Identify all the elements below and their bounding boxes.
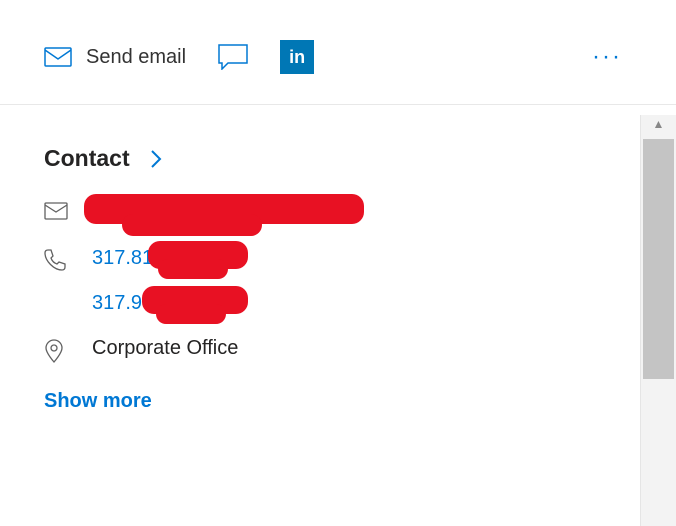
redaction-mark	[156, 304, 226, 324]
send-email-button[interactable]: Send email	[44, 46, 186, 69]
contact-header[interactable]: Contact	[44, 145, 632, 172]
phone-link-1[interactable]: 317.81	[92, 247, 153, 270]
chat-icon	[218, 44, 248, 70]
phone-link-2[interactable]: 317.9	[92, 292, 153, 315]
linkedin-icon: in	[289, 47, 305, 68]
scrollbar-thumb[interactable]	[643, 139, 674, 379]
mail-icon	[44, 202, 68, 225]
more-dots-icon: ···	[592, 43, 622, 70]
chevron-right-icon	[148, 149, 164, 169]
redaction-mark	[158, 259, 228, 279]
show-more-button[interactable]: Show more	[44, 390, 632, 413]
linkedin-button[interactable]: in	[280, 40, 314, 74]
location-text: Corporate Office	[92, 337, 238, 360]
contact-title: Contact	[44, 145, 130, 172]
location-pin-icon	[44, 339, 68, 368]
email-row: [redacted]	[44, 200, 632, 225]
mail-icon	[44, 47, 72, 67]
email-link[interactable]: [redacted]	[92, 200, 352, 223]
send-email-label: Send email	[86, 46, 186, 69]
more-actions-button[interactable]: ···	[592, 43, 622, 71]
scroll-up-arrow-icon[interactable]: ▲	[653, 117, 665, 131]
contact-section: Contact [redacted] 317.81	[0, 105, 676, 433]
location-row: Corporate Office	[44, 337, 632, 368]
scrollbar[interactable]: ▲	[640, 115, 676, 526]
chat-button[interactable]	[218, 44, 248, 70]
phone-row: 317.81 317.9	[44, 247, 632, 315]
phone-icon	[44, 249, 68, 276]
redaction-mark	[122, 214, 262, 236]
toolbar: Send email in ···	[0, 0, 676, 105]
